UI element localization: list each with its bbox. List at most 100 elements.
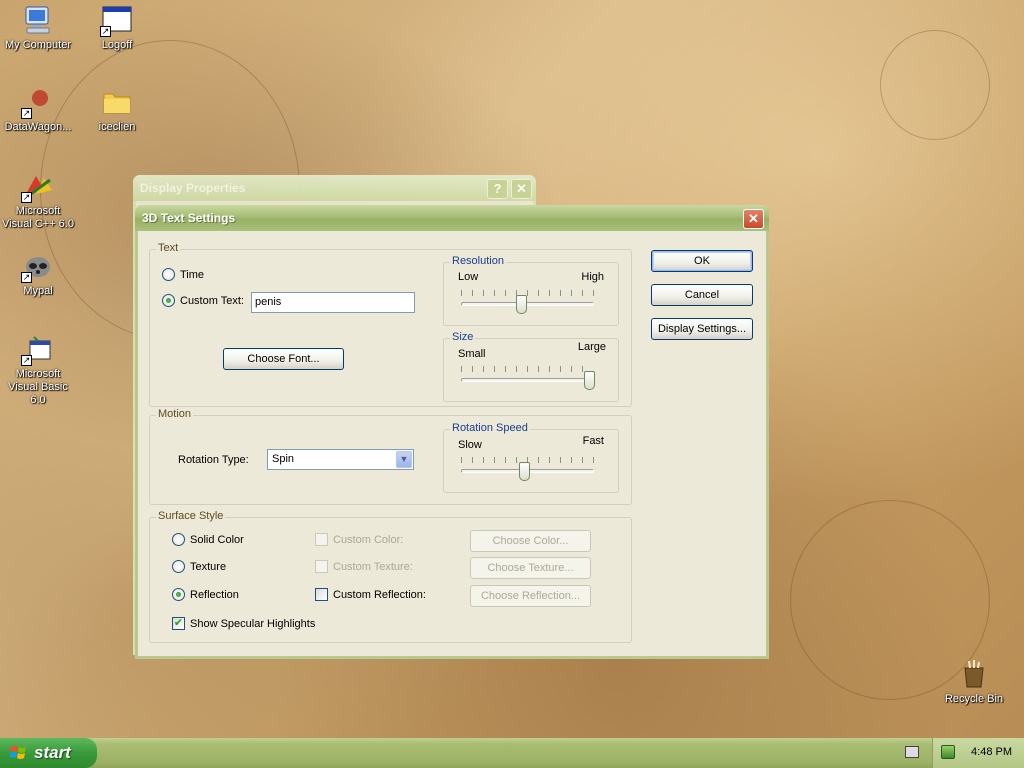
shortcut-arrow-icon: ↗ <box>21 192 32 203</box>
display-properties-title-bar[interactable]: Display Properties ? ✕ <box>133 175 536 201</box>
windows-logo-icon <box>10 746 26 759</box>
desktop-icon-logoff[interactable]: ↗ Logoff <box>79 4 155 52</box>
visual-basic-icon: ↗ <box>21 333 54 366</box>
slider-track <box>461 302 594 306</box>
dialog-title-bar[interactable]: 3D Text Settings ✕ <box>135 205 769 231</box>
small-label: Small <box>458 348 486 360</box>
custom-texture-checkbox[interactable] <box>315 560 328 573</box>
custom-texture-label: Custom Texture: <box>333 560 413 573</box>
fast-label: Fast <box>582 435 604 447</box>
rotation-type-value: Spin <box>272 453 295 465</box>
desktop-icon-my-computer[interactable]: My Computer <box>0 4 76 52</box>
text-group: Text Time Custom Text: penis Choose Font… <box>149 242 632 407</box>
custom-reflection-check-row[interactable]: Custom Reflection: <box>315 588 426 601</box>
custom-texture-check-row[interactable]: Custom Texture: <box>315 560 413 573</box>
group-legend: Motion <box>156 408 194 420</box>
texture-radio[interactable] <box>172 560 185 573</box>
chevron-down-icon[interactable]: ▼ <box>396 451 412 468</box>
solid-color-label: Solid Color <box>190 533 244 546</box>
choose-reflection-button[interactable]: Choose Reflection... <box>470 585 591 607</box>
custom-text-radio-row[interactable]: Custom Text: <box>162 294 244 307</box>
resolution-slider[interactable] <box>461 290 594 318</box>
reflection-label: Reflection <box>190 588 239 601</box>
shortcut-arrow-icon: ↗ <box>21 108 32 119</box>
large-label: Large <box>577 341 606 353</box>
group-legend: Size <box>450 331 476 343</box>
checkmark-icon: ✔ <box>173 617 184 629</box>
size-group: Size Small Large <box>443 331 619 402</box>
raccoon-icon: ↗ <box>21 250 54 283</box>
time-radio[interactable] <box>162 268 175 281</box>
slider-thumb[interactable] <box>584 371 595 390</box>
size-slider[interactable] <box>461 366 595 394</box>
group-legend: Text <box>156 242 181 254</box>
custom-reflection-checkbox[interactable] <box>315 588 328 601</box>
start-label: start <box>34 743 71 762</box>
custom-color-checkbox[interactable] <box>315 533 328 546</box>
desktop-icon-visual-basic[interactable]: ↗ Microsoft Visual Basic 6.0 <box>0 333 76 407</box>
rotation-speed-slider[interactable] <box>461 457 594 485</box>
time-label: Time <box>180 268 205 281</box>
display-settings-button[interactable]: Display Settings... <box>651 318 753 340</box>
desktop-icon-datawagon[interactable]: ↗ DataWagon... <box>0 86 76 134</box>
rotation-speed-group: Rotation Speed Slow Fast <box>443 422 619 493</box>
specular-highlights-check-row[interactable]: ✔ Show Specular Highlights <box>172 617 315 630</box>
custom-text-radio[interactable] <box>162 294 175 307</box>
slow-label: Slow <box>458 439 482 451</box>
rotation-type-select[interactable]: Spin ▼ <box>267 449 414 470</box>
close-button[interactable]: ✕ <box>743 209 764 229</box>
slider-thumb[interactable] <box>518 462 530 481</box>
close-button[interactable]: ✕ <box>511 179 532 199</box>
start-button[interactable]: start <box>0 738 97 768</box>
desktop-icon-label: Recycle Bin <box>944 693 1004 705</box>
slider-ticks <box>461 290 594 296</box>
group-legend: Surface Style <box>156 510 226 522</box>
desktop-icon-iceclien[interactable]: iceclien <box>79 86 155 134</box>
window-title: Display Properties <box>140 181 246 195</box>
close-x-icon: ✕ <box>516 181 527 196</box>
desktop-icon-label: DataWagon... <box>4 121 72 133</box>
custom-text-input[interactable]: penis <box>251 292 415 313</box>
desktop-icon-visual-cpp[interactable]: ↗ Microsoft Visual C++ 6.0 <box>0 170 76 231</box>
desktop-icon-recycle-bin[interactable]: Recycle Bin <box>936 658 1012 706</box>
window-shortcut-icon: ↗ <box>100 4 133 37</box>
keyboard-icon[interactable] <box>905 746 919 758</box>
desktop-icon-label: Microsoft Visual C++ 6.0 <box>2 205 74 230</box>
choose-texture-button[interactable]: Choose Texture... <box>470 557 591 579</box>
reflection-radio[interactable] <box>172 588 185 601</box>
help-button[interactable]: ? <box>487 179 508 199</box>
wallpaper-sketch-circle <box>880 30 990 140</box>
custom-color-check-row[interactable]: Custom Color: <box>315 533 403 546</box>
dialog-title: 3D Text Settings <box>142 211 236 225</box>
solid-color-radio[interactable] <box>172 533 185 546</box>
reflection-radio-row[interactable]: Reflection <box>172 588 239 601</box>
visual-cpp-icon: ↗ <box>21 170 54 203</box>
high-label: High <box>581 271 604 283</box>
solid-color-radio-row[interactable]: Solid Color <box>172 533 244 546</box>
desktop-icon-label: My Computer <box>4 39 72 51</box>
desktop-icon-mypal[interactable]: ↗ Mypal <box>0 250 76 298</box>
slider-thumb[interactable] <box>515 295 527 314</box>
recycle-bin-icon <box>958 658 990 690</box>
3d-text-settings-dialog[interactable]: 3D Text Settings ✕ Text Time Custom Text… <box>135 205 769 659</box>
slider-track <box>461 378 589 382</box>
desktop-icon-label: Mypal <box>23 285 53 297</box>
ok-button[interactable]: OK <box>651 250 753 272</box>
desktop-icon-label: iceclien <box>98 121 136 133</box>
rotation-type-label: Rotation Type: <box>178 454 249 466</box>
specular-highlights-checkbox[interactable]: ✔ <box>172 617 185 630</box>
network-icon[interactable] <box>941 745 955 759</box>
system-tray: 4:48 PM <box>932 738 1024 768</box>
desktop-icon-label: Logoff <box>101 39 133 51</box>
time-radio-row[interactable]: Time <box>162 268 204 281</box>
surface-style-group: Surface Style Solid Color Texture Reflec… <box>149 510 632 643</box>
cancel-button[interactable]: Cancel <box>651 284 753 306</box>
texture-radio-row[interactable]: Texture <box>172 560 226 573</box>
computer-icon <box>22 4 54 36</box>
clock[interactable]: 4:48 PM <box>971 746 1012 758</box>
choose-font-button[interactable]: Choose Font... <box>223 348 344 370</box>
choose-color-button[interactable]: Choose Color... <box>470 530 591 552</box>
custom-text-label: Custom Text: <box>180 294 244 307</box>
custom-color-label: Custom Color: <box>333 533 404 546</box>
custom-reflection-label: Custom Reflection: <box>333 588 426 601</box>
